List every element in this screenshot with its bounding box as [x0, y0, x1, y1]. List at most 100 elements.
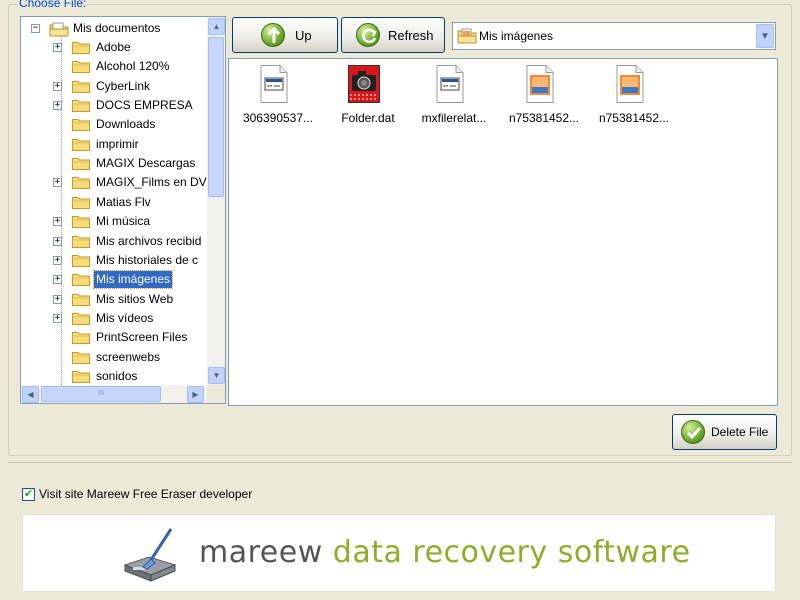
banner-text: mareew data recovery software: [199, 535, 691, 570]
scroll-right-arrow-icon[interactable]: ▶: [187, 386, 204, 403]
image-file-icon: [526, 65, 554, 103]
tree-item[interactable]: + DOCS EMPRESA: [21, 96, 207, 115]
file-item[interactable]: mxfilerelat...: [409, 61, 489, 131]
banner-brand-word: mareew: [199, 535, 323, 570]
tree-item[interactable]: + Mis archivos recibid: [21, 232, 207, 251]
tree-item[interactable]: + Mis vídeos: [21, 309, 207, 328]
file-item[interactable]: Folder.dat: [323, 61, 403, 131]
mareew-banner[interactable]: mareew data recovery software: [22, 514, 776, 592]
tree-item-label[interactable]: Mis vídeos: [94, 310, 155, 327]
tree-vertical-scrollbar[interactable]: ▲ ▼: [207, 17, 225, 385]
tree-item-label[interactable]: MAGIX_Films en DV: [94, 174, 207, 191]
folder-tree-items: − Mis documentos + Adobe Alcohol 120% + Cybe…: [21, 17, 207, 385]
delete-file-button[interactable]: Delete File: [672, 414, 777, 450]
expand-icon[interactable]: +: [53, 255, 62, 265]
folder-icon: [72, 138, 90, 151]
scroll-down-arrow-icon[interactable]: ▼: [208, 367, 225, 384]
choose-file-label: Choose File:: [18, 0, 88, 10]
file-item[interactable]: n75381452...: [499, 61, 579, 131]
file-name[interactable]: mxfilerelat...: [409, 111, 499, 125]
refresh-button[interactable]: Refresh: [341, 17, 445, 53]
visit-site-option[interactable]: ✔ Visit site Mareew Free Eraser develope…: [22, 487, 252, 501]
tree-item-label[interactable]: CyberLink: [94, 78, 152, 95]
tree-item[interactable]: + Mi música: [21, 212, 207, 231]
expand-icon[interactable]: +: [53, 275, 62, 285]
tree-item[interactable]: sonidos: [21, 367, 207, 385]
tree-item[interactable]: Matias Flv: [21, 193, 207, 212]
expand-icon[interactable]: +: [53, 294, 62, 304]
folder-icon: [72, 274, 90, 287]
file-name[interactable]: n75381452...: [499, 111, 589, 125]
tree-vscroll-thumb[interactable]: [208, 37, 224, 197]
tree-item-label[interactable]: Downloads: [94, 116, 157, 133]
tree-item-label[interactable]: Matias Flv: [94, 194, 153, 211]
tree-item-label[interactable]: PrintScreen Files: [94, 329, 189, 346]
visit-site-checkbox[interactable]: ✔: [22, 487, 35, 501]
file-item[interactable]: 306390537...: [233, 61, 313, 131]
up-button[interactable]: Up: [232, 17, 338, 53]
tree-item[interactable]: + Mis imágenes: [21, 270, 207, 290]
tree-item-label[interactable]: Mis archivos recibid: [94, 233, 203, 250]
tree-item[interactable]: + MAGIX_Films en DV: [21, 173, 207, 192]
folder-icon: [72, 42, 90, 54]
expand-icon[interactable]: +: [53, 43, 62, 52]
tree-item-label[interactable]: Mi música: [94, 213, 152, 230]
tree-horizontal-scrollbar[interactable]: ◀ III ▶: [21, 385, 207, 403]
tree-item-label[interactable]: imprimir: [94, 136, 141, 153]
chevron-down-icon[interactable]: ▼: [756, 24, 774, 48]
tree-item[interactable]: + Mis sitios Web: [21, 290, 207, 309]
scroll-left-arrow-icon[interactable]: ◀: [22, 386, 39, 403]
tree-root[interactable]: − Mis documentos: [21, 19, 207, 38]
tree-item-label[interactable]: Mis imágenes: [92, 270, 174, 290]
tree-item-label[interactable]: sonidos: [94, 368, 139, 385]
refresh-icon: [356, 23, 380, 47]
section-divider: [8, 462, 792, 463]
up-arrow-icon: [261, 23, 285, 47]
folder-icon: [72, 61, 90, 74]
eraser-brush-logo-icon: [123, 528, 177, 582]
tree-item[interactable]: screenwebs: [21, 348, 207, 367]
file-name[interactable]: 306390537...: [233, 111, 323, 125]
tree-root-label[interactable]: Mis documentos: [71, 20, 162, 37]
folder-path-combo[interactable]: Mis imágenes ▼: [452, 22, 776, 50]
tree-item[interactable]: + CyberLink: [21, 77, 207, 96]
tree-item[interactable]: + Mis historiales de c: [21, 251, 207, 270]
expand-icon[interactable]: +: [53, 236, 62, 246]
tree-item[interactable]: Downloads: [21, 115, 207, 134]
tree-item[interactable]: Alcohol 120%: [21, 57, 207, 76]
delete-check-icon: [681, 420, 705, 444]
file-list-view[interactable]: 306390537... Folder.dat mxfilerelat... n753…: [228, 58, 778, 406]
documents-folder-icon: [49, 22, 69, 37]
tree-hscroll-thumb[interactable]: III: [41, 386, 161, 402]
tree-item-label[interactable]: Mis historiales de c: [94, 252, 200, 269]
collapse-icon[interactable]: −: [31, 24, 40, 33]
tree-item-label[interactable]: Adobe: [94, 39, 133, 56]
expand-icon[interactable]: +: [53, 178, 62, 188]
visit-site-label[interactable]: Visit site Mareew Free Eraser developer: [39, 487, 252, 501]
tree-item-label[interactable]: MAGIX Descargas: [94, 155, 197, 172]
tree-item-label[interactable]: screenwebs: [94, 349, 162, 366]
tree-item[interactable]: PrintScreen Files: [21, 328, 207, 347]
file-name[interactable]: Folder.dat: [323, 111, 413, 125]
expand-icon[interactable]: +: [53, 217, 62, 227]
expand-icon[interactable]: +: [53, 313, 62, 323]
tree-item[interactable]: MAGIX Descargas: [21, 154, 207, 173]
file-item[interactable]: n75381452...: [589, 61, 669, 131]
expand-icon[interactable]: +: [53, 81, 62, 91]
folder-tree[interactable]: − Mis documentos + Adobe Alcohol 120% + Cybe…: [20, 16, 226, 404]
scroll-up-arrow-icon[interactable]: ▲: [208, 18, 225, 35]
file-name[interactable]: n75381452...: [589, 111, 679, 125]
folder-icon: [72, 100, 90, 113]
tree-item[interactable]: + Adobe: [21, 38, 207, 57]
folder-icon: [72, 351, 90, 364]
folder-icon: [72, 370, 90, 383]
tree-item[interactable]: imprimir: [21, 135, 207, 154]
folder-icon: [72, 312, 90, 325]
folder-icon: [72, 332, 90, 345]
folder-icon: [72, 158, 90, 171]
expand-icon[interactable]: +: [53, 101, 62, 111]
tree-item-label[interactable]: Mis sitios Web: [94, 291, 175, 308]
tree-item-label[interactable]: Alcohol 120%: [94, 58, 171, 75]
tree-item-label[interactable]: DOCS EMPRESA: [94, 97, 195, 114]
folder-combo-value: Mis imágenes: [479, 29, 554, 43]
